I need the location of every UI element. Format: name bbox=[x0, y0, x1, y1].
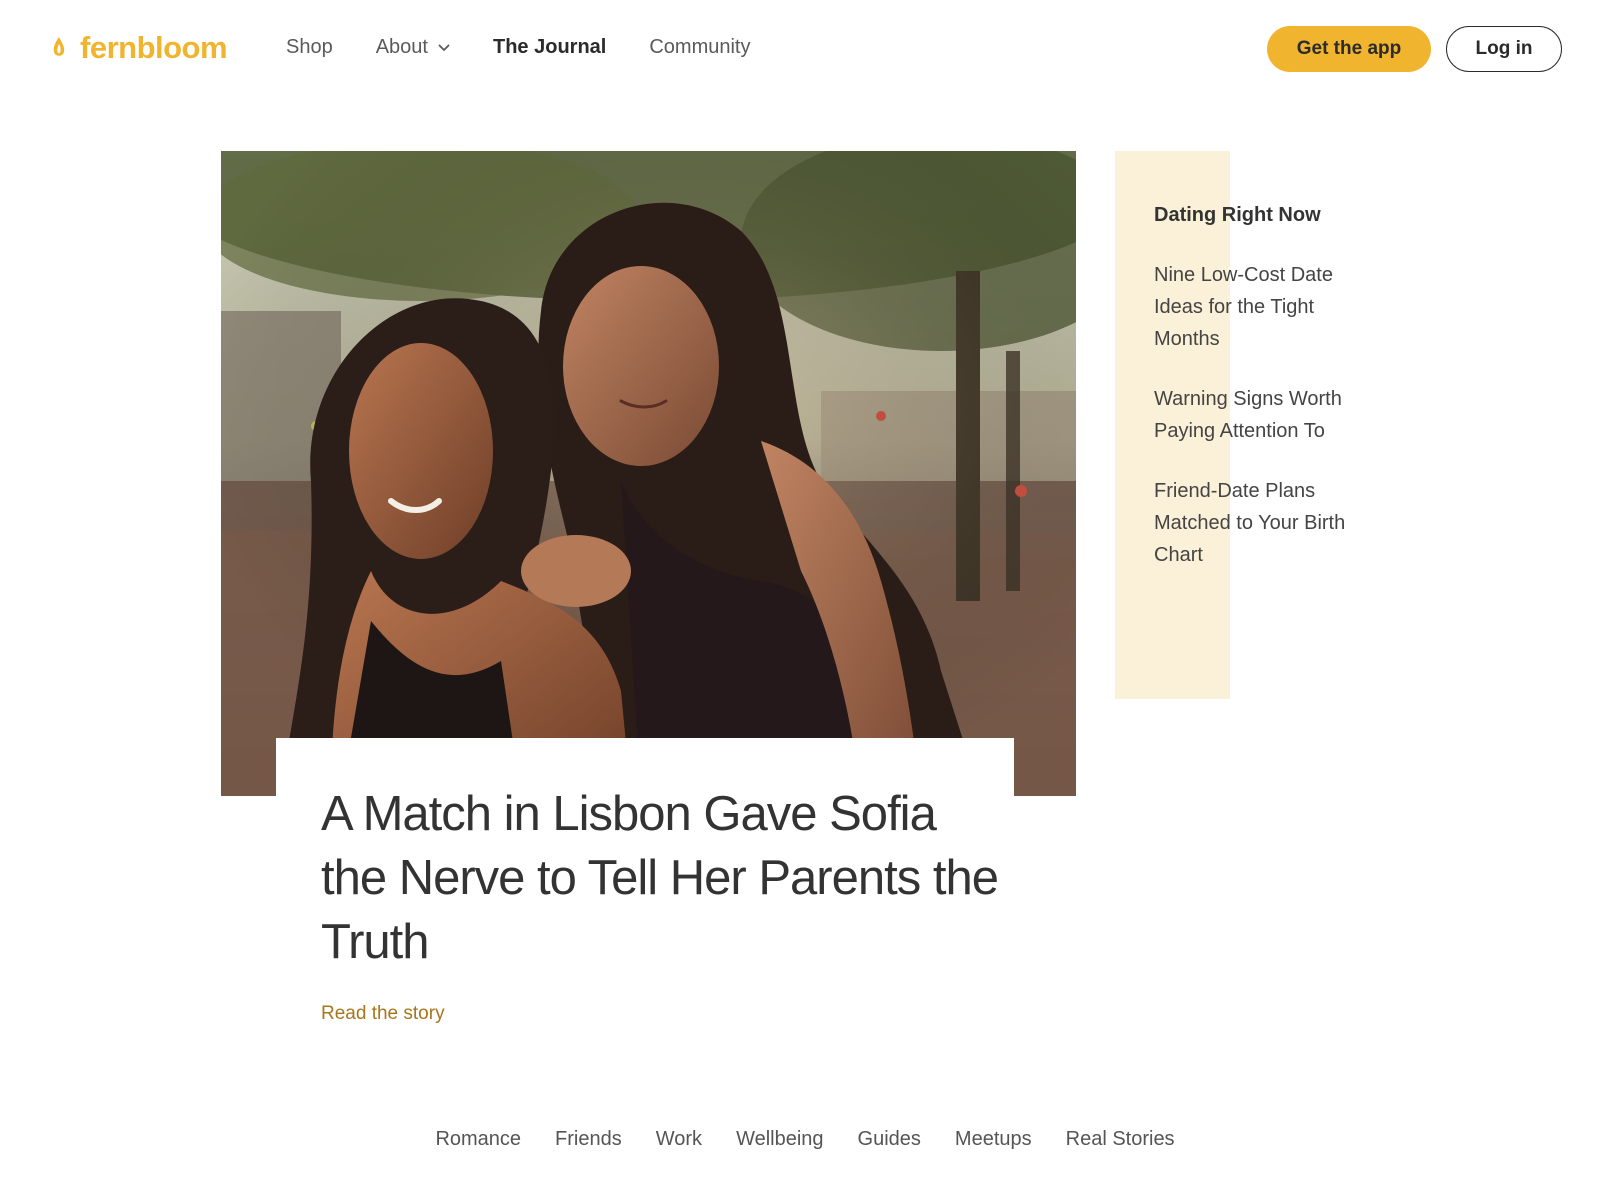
logo-wordmark: fernbloom bbox=[80, 30, 228, 65]
get-the-app-button[interactable]: Get the app bbox=[1267, 26, 1431, 72]
hero-photo-illustration bbox=[221, 151, 1076, 796]
nav-the-journal[interactable]: The Journal bbox=[493, 36, 606, 59]
category-work[interactable]: Work bbox=[656, 1128, 702, 1151]
site-header: fernbloom Shop About The Journal Communi… bbox=[0, 0, 1600, 100]
category-romance[interactable]: Romance bbox=[435, 1128, 521, 1151]
category-friends[interactable]: Friends bbox=[555, 1128, 622, 1151]
nav-about-label: About bbox=[375, 36, 428, 58]
sidebar-link-low-cost-dates[interactable]: Nine Low-Cost Date Ideas for the Tight M… bbox=[1154, 259, 1374, 355]
category-wellbeing[interactable]: Wellbeing bbox=[736, 1128, 823, 1151]
nav-community-label: Community bbox=[649, 36, 751, 58]
sidebar-link-warning-signs[interactable]: Warning Signs Worth Paying Attention To bbox=[1154, 383, 1374, 447]
category-real-stories[interactable]: Real Stories bbox=[1066, 1128, 1175, 1151]
featured-story-title[interactable]: A Match in Lisbon Gave Sofia the Nerve t… bbox=[321, 782, 1001, 974]
hero-image[interactable] bbox=[221, 151, 1076, 796]
sidebar-heading: Dating Right Now bbox=[1154, 204, 1321, 226]
read-the-story-link[interactable]: Read the story bbox=[321, 1003, 445, 1025]
nav-about[interactable]: About bbox=[376, 36, 450, 59]
main-nav: Shop About The Journal Community bbox=[286, 36, 793, 59]
featured-story-card: A Match in Lisbon Gave Sofia the Nerve t… bbox=[276, 738, 1014, 1038]
sidebar-link-friend-date-plans[interactable]: Friend-Date Plans Matched to Your Birth … bbox=[1154, 475, 1374, 571]
category-meetups[interactable]: Meetups bbox=[955, 1128, 1032, 1151]
dating-right-now-sidebar: Dating Right Now Nine Low-Cost Date Idea… bbox=[1154, 204, 1374, 599]
nav-journal-label: The Journal bbox=[492, 36, 607, 58]
nav-shop-label: Shop bbox=[286, 36, 333, 58]
flame-logo-icon bbox=[53, 37, 65, 56]
nav-community[interactable]: Community bbox=[649, 36, 750, 59]
nav-shop[interactable]: Shop bbox=[286, 36, 333, 59]
logo-link[interactable]: fernbloom bbox=[52, 30, 228, 66]
chevron-down-icon bbox=[438, 44, 450, 51]
category-nav: Romance Friends Work Wellbeing Guides Me… bbox=[0, 1128, 1600, 1151]
category-guides[interactable]: Guides bbox=[858, 1128, 921, 1151]
log-in-button[interactable]: Log in bbox=[1446, 26, 1562, 72]
